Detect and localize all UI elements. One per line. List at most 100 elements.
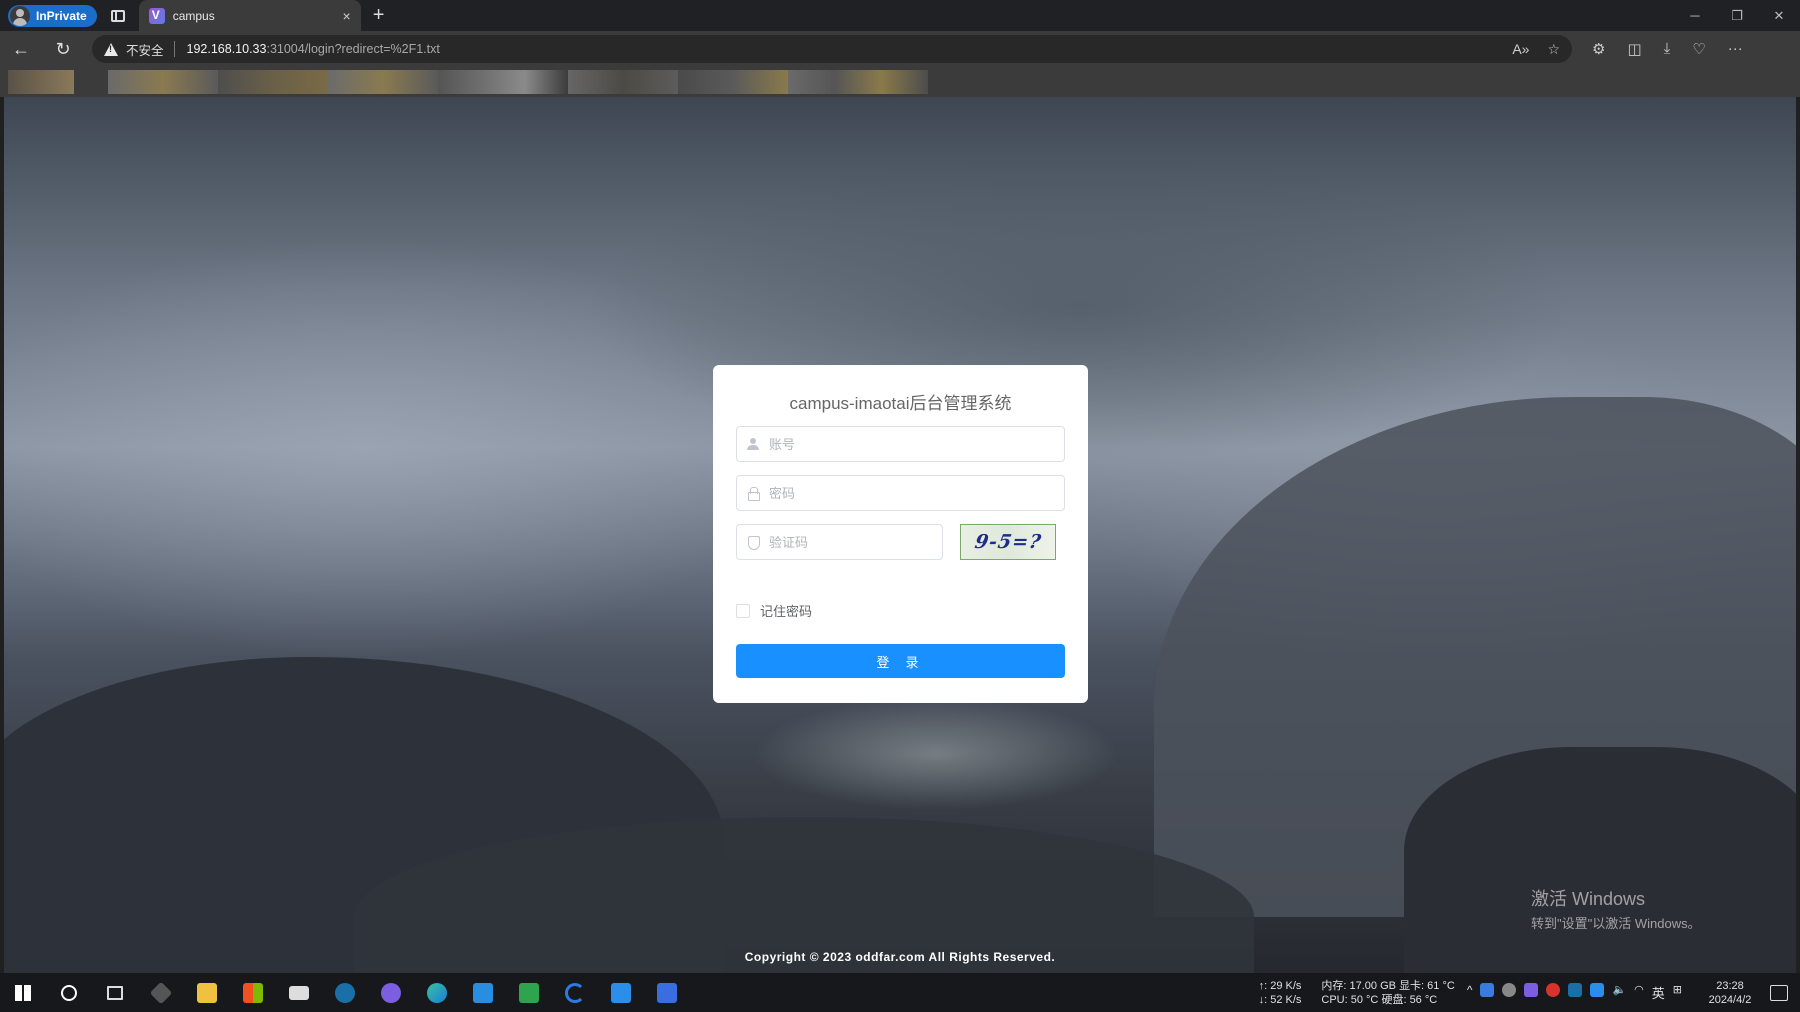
app-icon-unity[interactable] [138,973,184,1012]
tray-app-icon[interactable] [1590,983,1605,997]
chevron-up-icon[interactable]: ^ [1467,983,1473,1002]
site-favicon-icon [148,7,165,24]
favorite-star-icon[interactable]: ☆ [1547,41,1560,58]
tab-title: campus [172,8,215,23]
clock-date: 2024/4/2 [1708,993,1752,1006]
remember-checkbox[interactable] [736,603,750,618]
page-viewport: campus-imaotai后台管理系统 9-5=? 记住密码 登 录 Copy… [4,97,1796,973]
app-icon-blue-c[interactable] [552,973,598,1012]
bookmark-item[interactable] [568,70,678,94]
gpu-stat: 显卡: 61 °C [1399,979,1455,992]
cpu-stat: CPU: 50 °C [1321,993,1379,1006]
app-icon-window[interactable] [598,973,644,1012]
tab-actions-icon[interactable] [110,9,125,22]
edge-icon[interactable] [414,973,460,1012]
windows-taskbar: ↑: 29 K/s ↓: 52 K/s 内存: 17.00 GB 显卡: 61 … [0,973,1800,1012]
bookmark-item[interactable] [788,70,928,94]
split-screen-icon[interactable]: ◫ [1627,40,1641,58]
remember-label[interactable]: 记住密码 [760,601,812,620]
inprivate-badge[interactable]: InPrivate [8,4,97,27]
password-field[interactable] [736,475,1065,511]
start-icon[interactable] [0,973,46,1012]
steam-icon[interactable] [322,973,368,1012]
username-field[interactable] [736,426,1065,462]
network-speed: ↑: 29 K/s ↓: 52 K/s [1259,979,1302,1007]
restore-icon[interactable]: ❐ [1716,0,1758,31]
login-form: campus-imaotai后台管理系统 9-5=? 记住密码 登 录 [713,365,1088,703]
refresh-icon[interactable]: ↻ [42,39,84,60]
notification-icon[interactable] [1770,984,1788,1001]
windows-activation-watermark: 激活 Windows 转到"设置"以激活 Windows。 [1531,885,1701,932]
tray-app-icon[interactable] [1524,983,1539,997]
bookmark-item[interactable] [8,70,74,94]
app-icon-remote[interactable] [644,973,690,1012]
url-host: 192.168.10.33 [186,42,267,56]
more-menu-icon[interactable]: ··· [1728,40,1743,58]
keyboard-icon[interactable]: ⊞ [1673,983,1682,1002]
search-icon[interactable] [46,973,92,1012]
captcha-text: 9-5=? [972,531,1044,553]
clock-time: 23:28 [1716,979,1744,992]
read-aloud-icon[interactable]: A» [1512,41,1529,58]
warning-icon[interactable] [104,42,118,56]
bookmark-item[interactable] [438,70,568,94]
shield-icon [747,536,760,550]
back-icon[interactable]: ← [0,39,42,60]
task-view-icon[interactable] [92,973,138,1012]
tray-app-icon[interactable] [1502,983,1517,997]
address-bar[interactable]: 不安全 192.168.10.33:31004/login?redirect=%… [92,35,1572,63]
close-tab-icon[interactable]: × [343,8,351,24]
browser-tab-campus[interactable]: campus × [138,0,361,31]
bookmark-item[interactable] [328,70,438,94]
mem-stat: 内存: 17.00 GB [1321,979,1396,992]
wifi-icon[interactable]: ◠ [1634,983,1644,1002]
net-up: ↑: 29 K/s [1258,979,1302,992]
close-window-icon[interactable]: ✕ [1758,0,1800,31]
bookmark-item[interactable] [678,70,788,94]
activation-title: 激活 Windows [1531,889,1646,909]
profile-avatar-icon [10,5,30,26]
tray-icons: ^ 🔈 ◠ 英 ⊞ [1467,983,1682,1002]
bookmarks-bar [0,67,1800,97]
new-tab-button[interactable]: + [373,4,385,27]
captcha-field[interactable] [736,524,943,560]
store-icon[interactable] [230,973,276,1012]
net-down: ↓: 52 K/s [1258,993,1302,1006]
user-icon [747,438,759,450]
url-path: :31004/login?redirect=%2F1.txt [266,42,440,56]
window-controls: ─ ❐ ✕ [1674,0,1800,31]
mail-icon[interactable] [276,973,322,1012]
background-mountain [1404,747,1796,973]
system-tray: ↑: 29 K/s ↓: 52 K/s 内存: 17.00 GB 显卡: 61 … [1259,973,1800,1012]
bookmark-item[interactable] [218,70,328,94]
activation-subtitle: 转到"设置"以激活 Windows。 [1531,916,1701,931]
browser-tab-bar: InPrivate campus × + ─ ❐ ✕ [0,0,1800,31]
lock-icon [747,487,760,501]
tray-app-icon[interactable] [1568,983,1583,997]
xshell-icon[interactable] [506,973,552,1012]
captcha-image[interactable]: 9-5=? [960,524,1056,560]
tray-app-icon[interactable] [1480,983,1495,997]
bookmark-item[interactable] [108,70,218,94]
ime-label[interactable]: 英 [1652,983,1665,1002]
hardware-monitor: 内存: 17.00 GB 显卡: 61 °C CPU: 50 °C 硬盘: 56… [1321,979,1454,1007]
vscode-icon[interactable] [460,973,506,1012]
login-button[interactable]: 登 录 [736,644,1065,678]
app-icon-purple[interactable] [368,973,414,1012]
volume-icon[interactable]: 🔈 [1612,983,1626,1002]
tray-app-icon[interactable] [1546,983,1561,997]
security-label[interactable]: 不安全 [126,40,164,59]
disk-stat: 硬盘: 56 °C [1381,993,1438,1006]
minimize-icon[interactable]: ─ [1674,0,1716,31]
username-input[interactable] [769,436,1029,452]
clock[interactable]: 23:28 2024/4/2 [1696,979,1764,1007]
inprivate-label: InPrivate [36,8,87,23]
browser-essentials-icon[interactable]: ♡ [1692,40,1705,58]
password-input[interactable] [769,485,1029,501]
downloads-icon[interactable]: ⤓ [1664,40,1671,58]
remember-password[interactable]: 记住密码 [736,601,812,620]
extensions-icon[interactable]: ⚙ [1592,40,1605,58]
file-explorer-icon[interactable] [184,973,230,1012]
captcha-input[interactable] [769,534,929,550]
url-divider [173,41,175,57]
